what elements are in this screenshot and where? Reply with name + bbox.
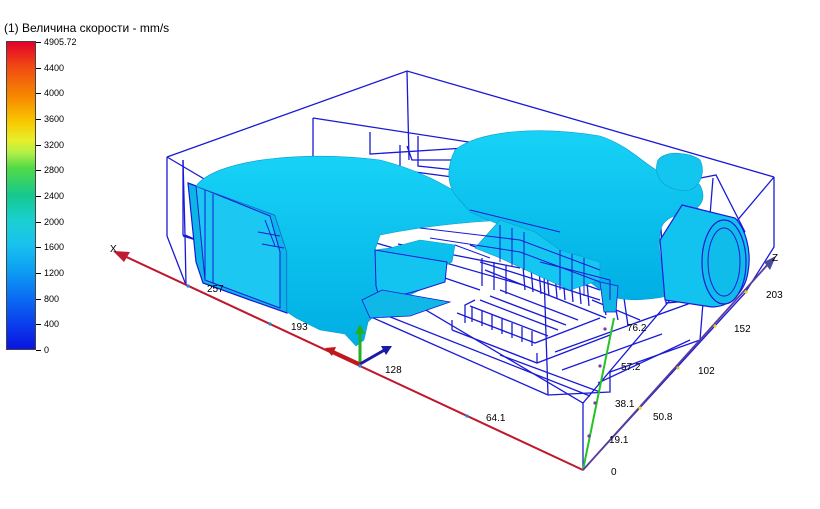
model-view[interactable]: X Z 257 193 128 64.1 76.2 57.2 38.1 19.1…: [0, 0, 820, 509]
viewport-3d[interactable]: (1) Величина скорости - mm/s 4905.72 4400…: [0, 0, 820, 509]
z-tick-label: 203: [766, 290, 783, 301]
z-tick-label: 50.8: [653, 412, 673, 423]
x-tick-label: 64.1: [486, 413, 506, 424]
triad-x-icon: [331, 349, 361, 366]
x-tick-label: 193: [291, 322, 308, 333]
y-tick-label: 57.2: [621, 362, 641, 373]
x-tick-label: 257: [207, 284, 224, 295]
z-tick-label: 152: [734, 324, 751, 335]
z-tick-label: 102: [698, 366, 715, 377]
x-tick-label: 128: [385, 365, 402, 376]
z-axis-letter: Z: [772, 253, 778, 264]
y-tick-label: 0: [611, 467, 617, 478]
x-axis-letter: X: [110, 244, 117, 255]
y-tick-label: 76.2: [627, 323, 647, 334]
y-tick-label: 19.1: [609, 435, 629, 446]
y-tick-label: 38.1: [615, 399, 635, 410]
